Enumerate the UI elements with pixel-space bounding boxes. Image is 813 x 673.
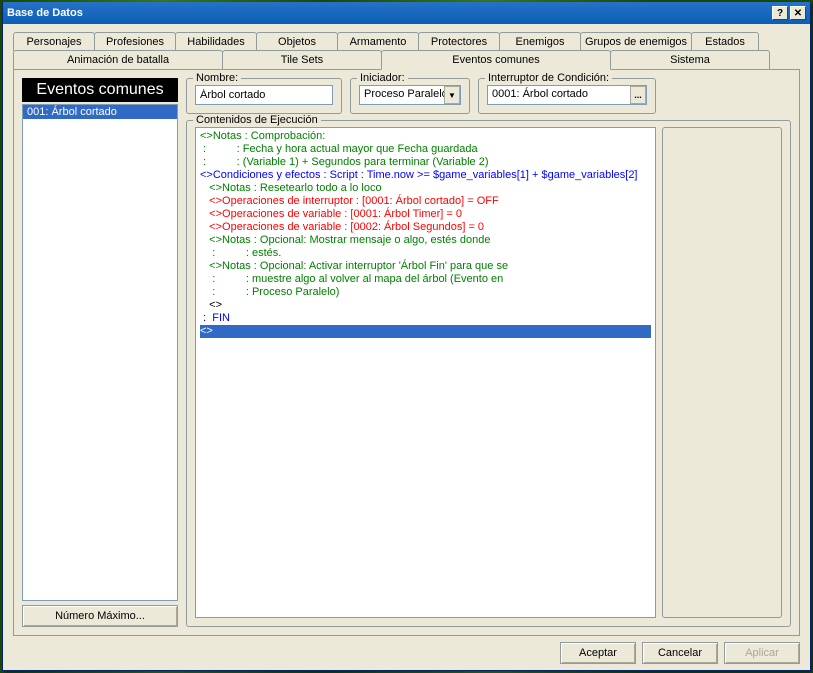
titlebar[interactable]: Base de Datos ? ✕: [3, 2, 810, 24]
name-input[interactable]: [195, 85, 333, 105]
tab-personajes[interactable]: Personajes: [13, 32, 95, 51]
tab-sistema[interactable]: Sistema: [610, 50, 770, 69]
code-line[interactable]: <>: [200, 299, 651, 312]
code-line[interactable]: <>Notas : Resetearlo todo a lo loco: [200, 182, 651, 195]
code-line[interactable]: : : (Variable 1) + Segundos para termina…: [200, 156, 651, 169]
database-window: Base de Datos ? ✕ PersonajesProfesionesH…: [2, 2, 811, 671]
tab-grupos-de-enemigos[interactable]: Grupos de enemigos: [580, 32, 692, 51]
code-line[interactable]: <>Operaciones de variable : [0002: Árbol…: [200, 221, 651, 234]
side-panel: [662, 127, 782, 618]
name-label: Nombre:: [193, 72, 241, 84]
chevron-down-icon[interactable]: ▼: [444, 86, 460, 104]
tab-tile-sets[interactable]: Tile Sets: [222, 50, 382, 69]
code-line[interactable]: <>Notas : Comprobación:: [200, 130, 651, 143]
list-item[interactable]: 001: Árbol cortado: [23, 105, 177, 119]
tabs-row-1: PersonajesProfesionesHabilidadesObjetosA…: [13, 32, 800, 51]
tab-enemigos[interactable]: Enemigos: [499, 32, 581, 51]
code-line[interactable]: <>Notas : Opcional: Activar interruptor …: [200, 260, 651, 273]
window-title: Base de Datos: [7, 7, 772, 19]
tab-protectores[interactable]: Protectores: [418, 32, 500, 51]
help-button[interactable]: ?: [772, 6, 788, 20]
apply-button[interactable]: Aplicar: [724, 642, 800, 664]
tab-profesiones[interactable]: Profesiones: [94, 32, 176, 51]
code-line[interactable]: : : estés.: [200, 247, 651, 260]
name-fieldset: Nombre:: [186, 78, 342, 114]
tab-animación-de-batalla[interactable]: Animación de batalla: [13, 50, 223, 69]
exec-fieldset: Contenidos de Ejecución <>Notas : Compro…: [186, 120, 791, 627]
code-line[interactable]: : : muestre algo al volver al mapa del á…: [200, 273, 651, 286]
code-line[interactable]: <>Notas : Opcional: Mostrar mensaje o al…: [200, 234, 651, 247]
code-line[interactable]: <>Condiciones y efectos : Script : Time.…: [200, 169, 651, 182]
code-line[interactable]: <>Operaciones de interruptor : [0001: Ár…: [200, 195, 651, 208]
code-line[interactable]: : : Fecha y hora actual mayor que Fecha …: [200, 143, 651, 156]
ellipsis-button[interactable]: ...: [630, 86, 646, 104]
events-list[interactable]: 001: Árbol cortado: [22, 104, 178, 601]
switch-input[interactable]: 0001: Árbol cortado: [487, 85, 647, 105]
switch-fieldset: Interruptor de Condición: 0001: Árbol co…: [478, 78, 656, 114]
code-line[interactable]: : FIN: [200, 312, 651, 325]
cancel-button[interactable]: Cancelar: [642, 642, 718, 664]
tab-habilidades[interactable]: Habilidades: [175, 32, 257, 51]
ok-button[interactable]: Aceptar: [560, 642, 636, 664]
code-box[interactable]: <>Notas : Comprobación: : : Fecha y hora…: [195, 127, 656, 618]
tab-panel: Eventos comunes 001: Árbol cortado Númer…: [13, 69, 800, 636]
tab-objetos[interactable]: Objetos: [256, 32, 338, 51]
exec-label: Contenidos de Ejecución: [193, 114, 321, 126]
close-button[interactable]: ✕: [790, 6, 806, 20]
tab-armamento[interactable]: Armamento: [337, 32, 419, 51]
tab-estados[interactable]: Estados: [691, 32, 759, 51]
switch-label: Interruptor de Condición:: [485, 72, 612, 84]
trigger-fieldset: Iniciador: Proceso Paralelo ▼: [350, 78, 470, 114]
tab-eventos-comunes[interactable]: Eventos comunes: [381, 50, 611, 70]
code-line[interactable]: <>: [200, 325, 651, 338]
tabs-row-2: Animación de batallaTile SetsEventos com…: [13, 50, 800, 69]
max-number-button[interactable]: Número Máximo...: [22, 605, 178, 627]
code-line[interactable]: : : Proceso Paralelo): [200, 286, 651, 299]
trigger-label: Iniciador:: [357, 72, 408, 84]
list-title: Eventos comunes: [22, 78, 178, 102]
code-line[interactable]: <>Operaciones de variable : [0001: Árbol…: [200, 208, 651, 221]
